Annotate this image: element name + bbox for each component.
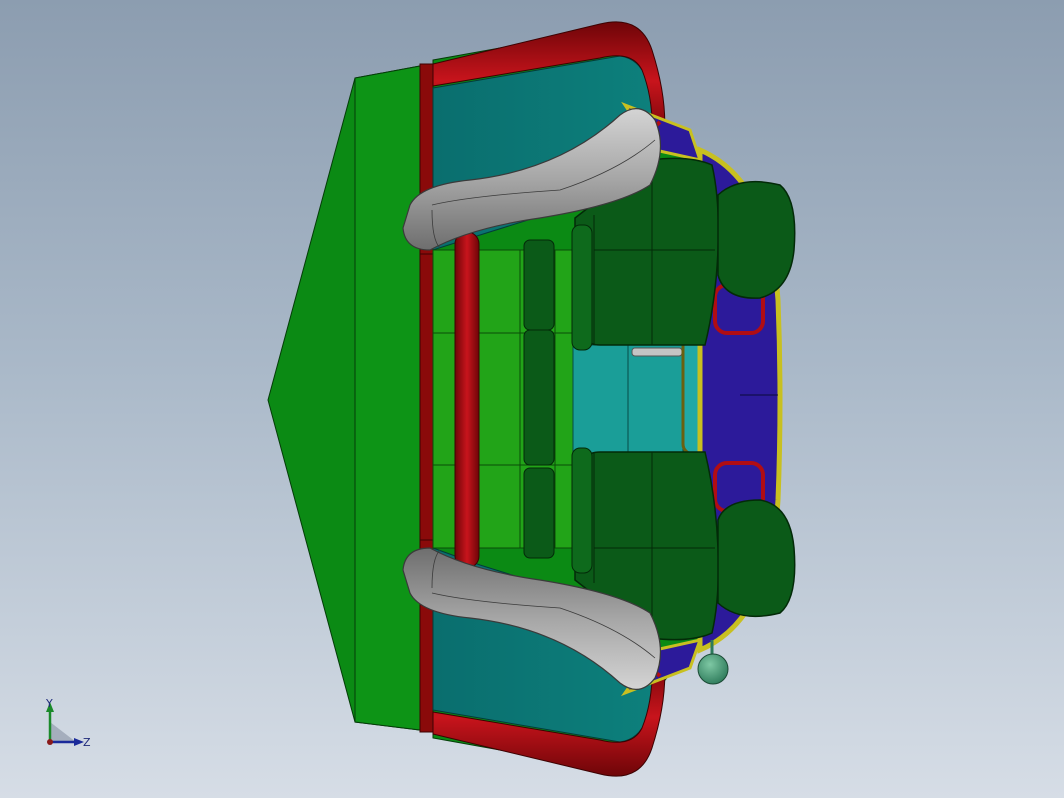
- y-axis-label: Y: [45, 698, 53, 710]
- headrest-lower: [717, 499, 796, 618]
- steering-column: [454, 231, 480, 569]
- headrest-upper: [717, 180, 796, 299]
- front-frame-bar: [419, 63, 434, 733]
- coordinate-triad-icon: Y Z: [45, 698, 91, 749]
- z-axis-label: Z: [83, 736, 91, 749]
- interior-floor: [432, 239, 574, 559]
- cad-3d-viewport[interactable]: [0, 0, 1064, 798]
- front-hood-panel: [267, 65, 421, 731]
